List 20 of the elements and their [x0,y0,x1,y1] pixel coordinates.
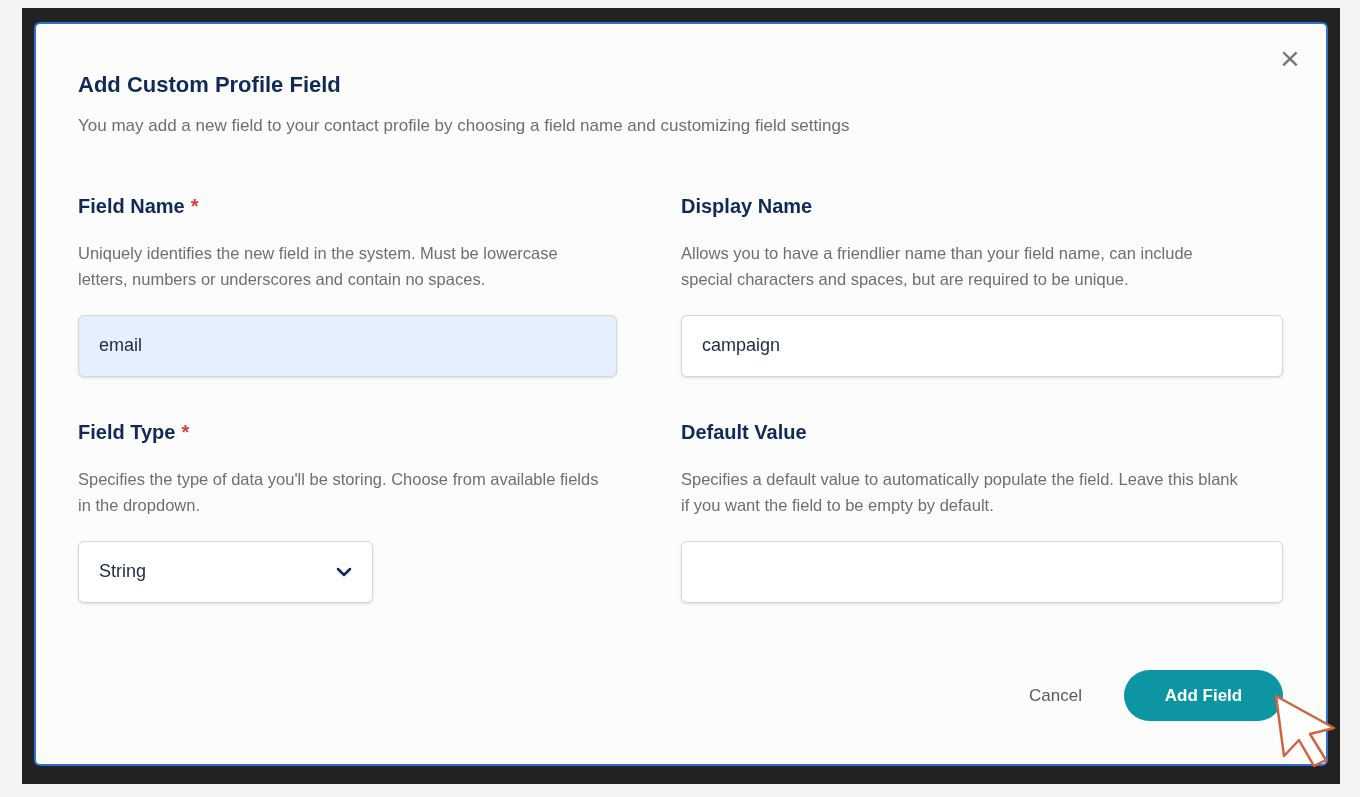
field-type-dropdown[interactable]: String [78,540,373,603]
required-marker: * [181,419,190,445]
chevron-down-icon [336,566,352,577]
close-button[interactable]: × [1276,44,1304,72]
field-description: Uniquely identifies the new field in the system. Must be lowercase letters, numbers or underscores and contain no spaces. [78,242,559,290]
input-field[interactable]: email [78,314,617,377]
field-label: Display Name [681,193,813,219]
dialog-subtitle: You may add a new field to your contact profile by choosing a field name and customizing field settings [78,115,851,137]
input-field[interactable]: campaign [681,314,1283,377]
cancel-button[interactable]: Cancel [1029,682,1082,709]
field-description: Allows you to have a friendlier name than your field name, can include special characters and spaces, but are required to be unique. [681,242,1194,290]
field-description: Specifies a default value to automatically populate the field. Leave this blank if you want the field to be empty by default. [681,468,1239,516]
field-label: Field Type [78,419,176,445]
field-label: Field Name [78,193,185,219]
dialog-title: Add Custom Profile Field [78,71,342,99]
add-field-button[interactable]: Add Field [1124,670,1283,721]
input-field[interactable] [681,540,1283,603]
field-description: Specifies the type of data you'll be storing. Choose from available fields in the dropdown. [78,468,600,516]
field-label: Default Value [681,419,807,445]
required-marker: * [190,193,199,219]
